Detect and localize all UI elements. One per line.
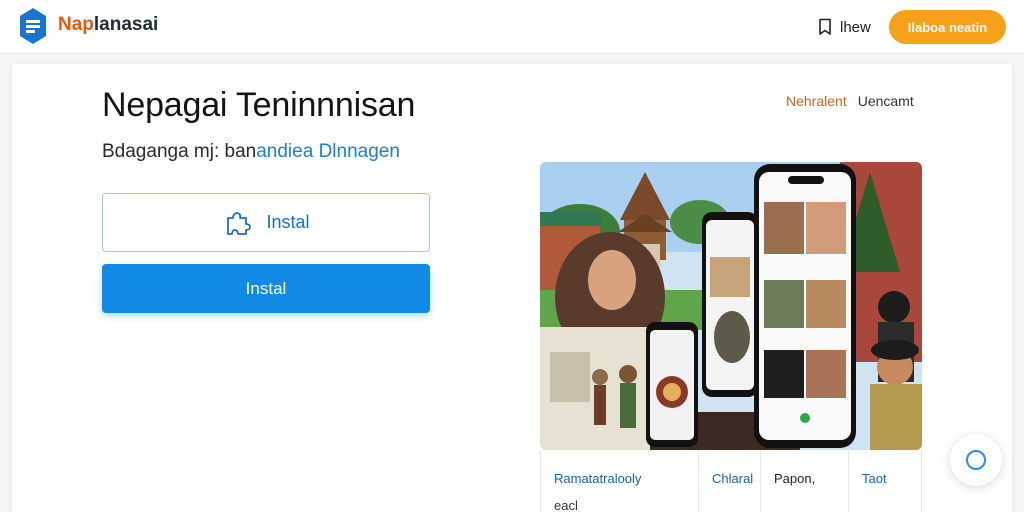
info-strip: Ramatatralooly eacl Chlaral Papon, Taot	[540, 450, 922, 512]
info-col-3-title: Papon,	[774, 471, 816, 486]
cta-button[interactable]: Ilaboa neatin	[889, 10, 1006, 44]
app-logo-icon[interactable]	[18, 6, 48, 46]
hero-illustration	[540, 162, 922, 450]
install-outline-label: Instal	[266, 212, 310, 232]
brand-name[interactable]: Naplanasai	[58, 14, 158, 36]
top-links: Nehralent Uencamt	[786, 93, 914, 109]
info-col-2-title: Chlaral	[712, 471, 754, 486]
info-col-3[interactable]: Papon,	[761, 450, 849, 512]
subtitle-link[interactable]: andiea Dlnnagen	[256, 141, 400, 162]
nav-news-label: lhew	[840, 18, 871, 36]
page-subtitle: Bdaganga mj: banandiea Dlnnagen	[102, 141, 400, 162]
chat-fab[interactable]	[950, 434, 1002, 486]
top-link-1[interactable]: Nehralent	[786, 93, 847, 109]
info-col-1-sub: eacl	[554, 498, 578, 512]
info-col-1[interactable]: Ramatatralooly eacl	[541, 450, 699, 512]
chat-circle-icon	[966, 450, 986, 470]
info-col-4-title: Taot	[862, 471, 887, 486]
nav-news-link[interactable]: lhew	[818, 15, 871, 39]
bookmark-icon	[819, 18, 831, 35]
page-title: Nepagai Teninnnisan	[102, 86, 416, 124]
install-outline-button[interactable]: Instal	[102, 193, 430, 252]
puzzle-icon	[227, 211, 252, 235]
install-solid-button[interactable]: Instal	[102, 264, 430, 313]
info-col-2[interactable]: Chlaral	[699, 450, 761, 512]
top-header: Naplanasai lhew Ilaboa neatin	[0, 0, 1024, 54]
top-link-2[interactable]: Uencamt	[858, 93, 914, 109]
info-col-1-title: Ramatatralooly	[554, 471, 642, 486]
info-col-4[interactable]: Taot	[849, 450, 923, 512]
